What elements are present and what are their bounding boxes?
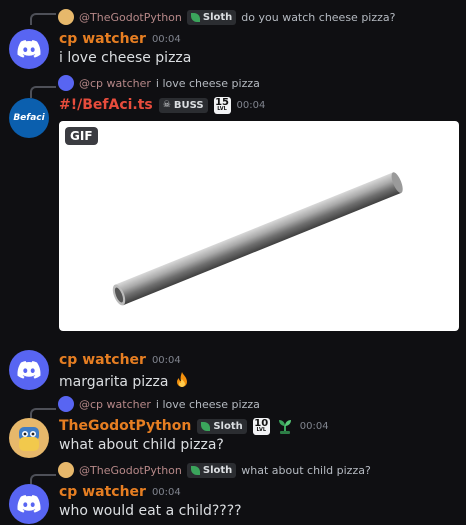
message-text: margarita pizza (59, 374, 169, 390)
timestamp: 00:04 (151, 33, 181, 45)
reply-spine (30, 13, 56, 25)
reply-preview[interactable]: @cp watcher i love cheese pizza (58, 74, 260, 92)
username[interactable]: cp watcher (59, 352, 146, 368)
reply-username[interactable]: @cp watcher (79, 398, 151, 411)
reply-avatar[interactable] (58, 462, 74, 478)
plant-badge-icon (278, 420, 291, 434)
reply-username[interactable]: @TheGodotPython (79, 11, 182, 24)
username[interactable]: cp watcher (59, 31, 146, 47)
message-header: cp watcher 00:04 (59, 482, 181, 502)
gif-badge: GIF (65, 127, 98, 145)
role-tag: ☠ BUSS (158, 97, 208, 113)
level-label: LVL (256, 427, 267, 433)
role-tag: Sloth (186, 462, 237, 478)
reply-username[interactable]: @cp watcher (79, 77, 151, 90)
level-badge: 10 LVL (252, 417, 270, 435)
fire-emoji-icon (176, 372, 187, 387)
leaf-icon (201, 421, 211, 431)
skull-icon: ☠ (162, 100, 171, 110)
avatar[interactable] (9, 350, 49, 390)
timestamp: 00:04 (236, 99, 266, 111)
discord-logo-icon (17, 40, 41, 58)
avatar[interactable] (9, 484, 49, 524)
reply-text[interactable]: do you watch cheese pizza? (241, 11, 395, 24)
message-header: #!/BefAci.ts ☠ BUSS 15 LVL 00:04 (59, 95, 265, 115)
message-text: i love cheese pizza (59, 50, 192, 66)
avatar[interactable] (9, 29, 49, 69)
leaf-icon (190, 12, 200, 22)
message-header: TheGodotPython Sloth 10 LVL 00:04 (59, 416, 329, 436)
tag-label: Sloth (213, 420, 243, 432)
gif-attachment[interactable]: GIF (59, 121, 459, 331)
role-tag: Sloth (186, 9, 237, 25)
avatar-text: Befaci (13, 113, 45, 123)
tag-label: Sloth (202, 464, 233, 476)
timestamp: 00:04 (151, 486, 181, 498)
level-badge: 15 LVL (213, 96, 231, 114)
discord-logo-icon (17, 361, 41, 379)
reply-text[interactable]: what about child pizza? (241, 464, 371, 477)
reply-preview[interactable]: @cp watcher i love cheese pizza (58, 395, 260, 413)
reply-avatar[interactable] (58, 9, 74, 25)
reply-text[interactable]: i love cheese pizza (156, 398, 260, 411)
tag-label: BUSS (173, 99, 204, 111)
reply-spine (30, 86, 56, 98)
avatar[interactable]: Befaci (9, 98, 49, 138)
level-label: LVL (217, 106, 227, 112)
reply-avatar[interactable] (58, 75, 74, 91)
reply-preview[interactable]: @TheGodotPython Sloth do you watch chees… (58, 8, 395, 26)
reply-preview[interactable]: @TheGodotPython Sloth what about child p… (58, 461, 371, 479)
username[interactable]: cp watcher (59, 484, 146, 500)
leaf-icon (190, 465, 200, 475)
timestamp: 00:04 (299, 420, 329, 432)
message-text: what about child pizza? (59, 437, 224, 453)
avatar[interactable] (9, 418, 49, 458)
message-text-row: margarita pizza (59, 371, 191, 390)
timestamp: 00:04 (151, 354, 181, 366)
message-text: who would eat a child???? (59, 503, 242, 519)
username[interactable]: TheGodotPython (59, 418, 191, 434)
username[interactable]: #!/BefAci.ts (59, 97, 153, 113)
reply-avatar[interactable] (58, 396, 74, 412)
reply-text[interactable]: i love cheese pizza (156, 77, 260, 90)
message-header: cp watcher 00:04 (59, 29, 181, 49)
metal-pipe-image (112, 172, 403, 306)
discord-logo-icon (17, 495, 41, 513)
role-tag: Sloth (197, 418, 247, 434)
tag-label: Sloth (202, 11, 233, 23)
python-godot-icon (19, 427, 39, 451)
message-header: cp watcher 00:04 (59, 350, 181, 370)
reply-username[interactable]: @TheGodotPython (79, 464, 182, 477)
